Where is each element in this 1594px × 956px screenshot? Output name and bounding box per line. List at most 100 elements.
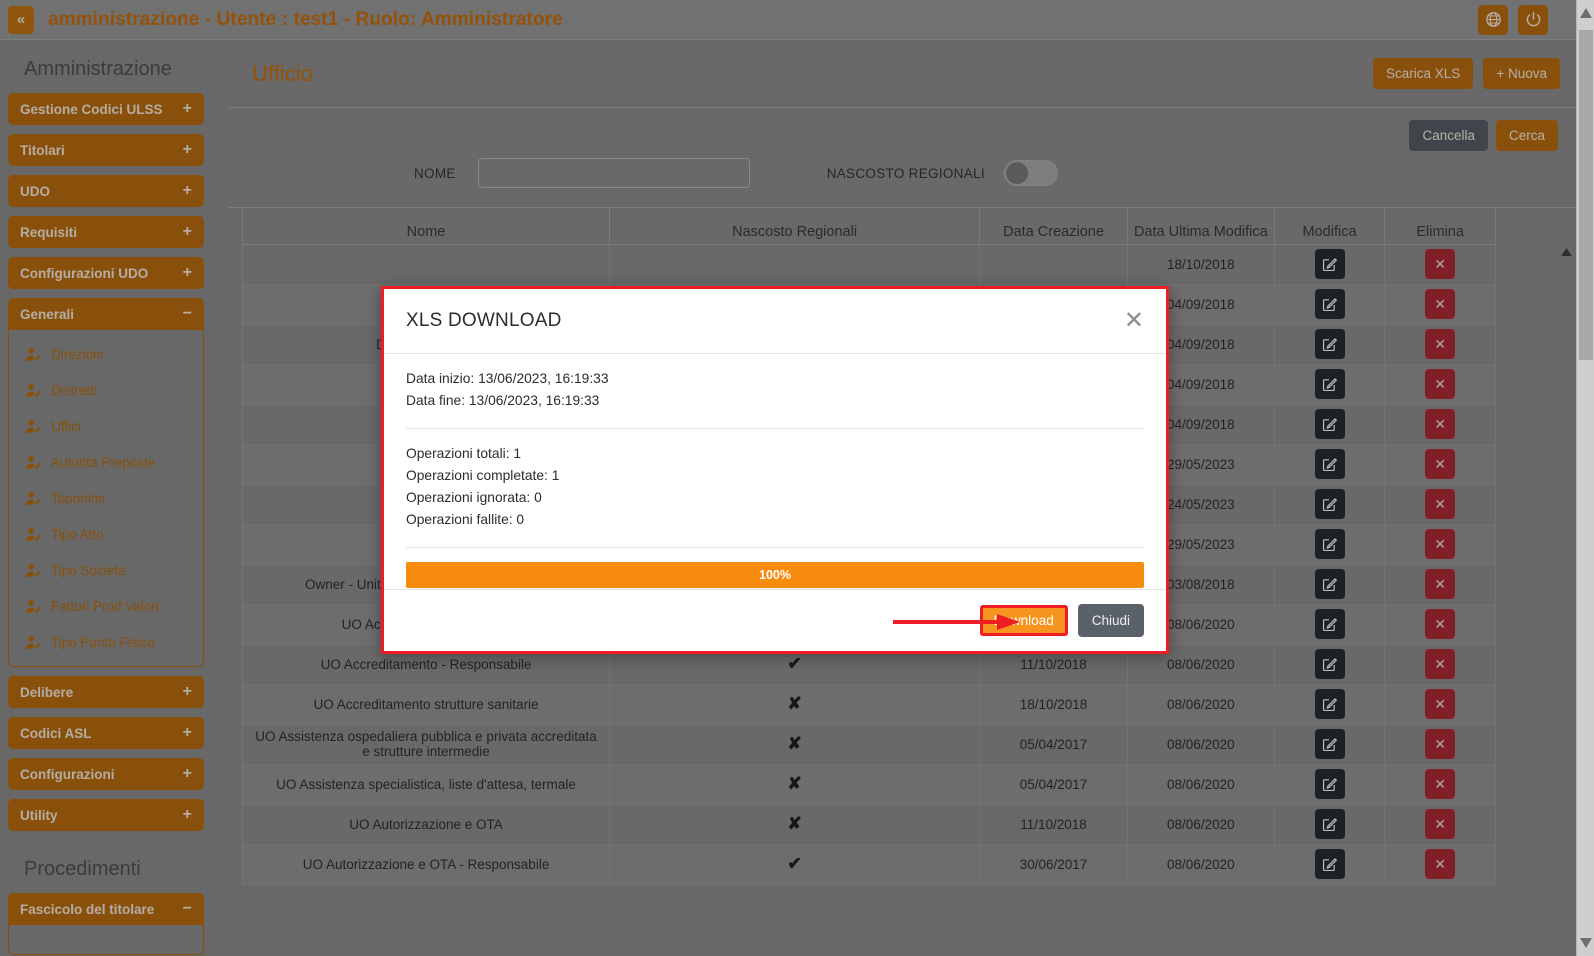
- edit-row-button[interactable]: [1315, 289, 1345, 319]
- delete-row-button[interactable]: ✕: [1425, 409, 1455, 439]
- sidebar-group-requisiti[interactable]: Requisiti +: [8, 216, 204, 248]
- cancella-button[interactable]: Cancella: [1409, 120, 1488, 151]
- sidebar-item-tipo-atto[interactable]: Tipo Atto: [9, 516, 203, 552]
- edit-row-button[interactable]: [1315, 689, 1345, 719]
- sidebar-group-fascicolo-del-titolare[interactable]: Fascicolo del titolare −: [8, 893, 204, 925]
- modal-title: XLS DOWNLOAD: [406, 310, 562, 332]
- nome-input[interactable]: [478, 158, 750, 188]
- sidebar-group-configurazioni-udo[interactable]: Configurazioni UDO +: [8, 257, 204, 289]
- sidebar-item-fattori-prod-valori[interactable]: Fattori Prod Valori: [9, 588, 203, 624]
- page-scroll-down-icon[interactable]: [1580, 938, 1592, 948]
- edit-row-button[interactable]: [1315, 409, 1345, 439]
- sidebar-group-label: Gestione Codici ULSS: [20, 102, 163, 117]
- chiudi-button[interactable]: Chiudi: [1078, 604, 1144, 637]
- sidebar-group-utility[interactable]: Utility +: [8, 799, 204, 831]
- sidebar-group-titolari[interactable]: Titolari +: [8, 134, 204, 166]
- column-header-nome[interactable]: Nome: [243, 208, 610, 244]
- edit-row-button[interactable]: [1315, 249, 1345, 279]
- download-button[interactable]: Download: [980, 605, 1068, 636]
- language-button[interactable]: [1478, 5, 1508, 35]
- filter-fields: NOME NASCOSTO REGIONALI: [228, 158, 1576, 188]
- edit-row-button[interactable]: [1315, 529, 1345, 559]
- page-scroll-up-icon[interactable]: [1580, 8, 1592, 18]
- edit-row-button[interactable]: [1315, 449, 1345, 479]
- nome-field-label: NOME: [414, 166, 456, 181]
- sidebar-group-configurazioni[interactable]: Configurazioni +: [8, 758, 204, 790]
- edit-row-button[interactable]: [1315, 849, 1345, 879]
- sidebar-item-uffici[interactable]: Uffici: [9, 408, 203, 444]
- delete-row-button[interactable]: ✕: [1425, 729, 1455, 759]
- cell-nome: UO Assistenza specialistica, liste d'att…: [243, 764, 610, 804]
- edit-row-button[interactable]: [1315, 729, 1345, 759]
- delete-row-button[interactable]: ✕: [1425, 689, 1455, 719]
- edit-row-button[interactable]: [1315, 569, 1345, 599]
- sidebar-item-tipo-punto-fisico[interactable]: Tipo Punto Fisico: [9, 624, 203, 660]
- edit-row-button[interactable]: [1315, 609, 1345, 639]
- page-scrollbar-thumb[interactable]: [1579, 30, 1593, 360]
- nuova-button[interactable]: + Nuova: [1483, 58, 1560, 89]
- edit-row-button[interactable]: [1315, 809, 1345, 839]
- column-header-data-ultima-modifica[interactable]: Data Ultima Modifica: [1127, 208, 1274, 244]
- scarica-xls-button[interactable]: Scarica XLS: [1373, 58, 1473, 89]
- sidebar-item-direzioni[interactable]: Direzioni: [9, 336, 203, 372]
- sidebar-item-toponimi[interactable]: Toponimi: [9, 480, 203, 516]
- table-scrollbar-track[interactable]: [1560, 244, 1574, 956]
- close-icon[interactable]: ✕: [1124, 309, 1144, 333]
- delete-row-button[interactable]: ✕: [1425, 529, 1455, 559]
- delete-row-button[interactable]: ✕: [1425, 769, 1455, 799]
- sidebar-group-generali[interactable]: Generali −: [8, 298, 204, 330]
- cell-elimina: ✕: [1385, 604, 1496, 644]
- pencil-square-icon: [1322, 737, 1337, 752]
- column-header-data-creazione[interactable]: Data Creazione: [980, 208, 1128, 244]
- header-actions: Scarica XLS + Nuova: [1373, 58, 1560, 89]
- delete-row-button[interactable]: ✕: [1425, 809, 1455, 839]
- sidebar-submenu-fascicolo: [8, 925, 204, 955]
- cell-nascosto-regionali: ✔: [610, 844, 980, 884]
- nascosto-regionali-toggle[interactable]: [1004, 160, 1058, 186]
- cerca-button[interactable]: Cerca: [1496, 120, 1558, 151]
- page-scrollbar[interactable]: [1576, 0, 1594, 956]
- delete-row-button[interactable]: ✕: [1425, 249, 1455, 279]
- delete-row-button[interactable]: ✕: [1425, 649, 1455, 679]
- sidebar-group-codici-asl[interactable]: Codici ASL +: [8, 717, 204, 749]
- user-edit-icon: [25, 527, 42, 542]
- edit-row-button[interactable]: [1315, 369, 1345, 399]
- sidebar-group-delibere[interactable]: Delibere +: [8, 676, 204, 708]
- column-header-nascosto-regionali[interactable]: Nascosto Regionali: [610, 208, 980, 244]
- xls-download-modal: XLS DOWNLOAD ✕ Data inizio: 13/06/2023, …: [381, 286, 1169, 654]
- user-edit-icon: [25, 491, 42, 506]
- data-fine-text: Data fine: 13/06/2023, 16:19:33: [406, 390, 1144, 412]
- sidebar-item-distretti[interactable]: Distretti: [9, 372, 203, 408]
- cell-elimina: ✕: [1385, 764, 1496, 804]
- edit-row-button[interactable]: [1315, 769, 1345, 799]
- pencil-square-icon: [1322, 537, 1337, 552]
- delete-row-button[interactable]: ✕: [1425, 329, 1455, 359]
- delete-row-button[interactable]: ✕: [1425, 609, 1455, 639]
- edit-row-button[interactable]: [1315, 329, 1345, 359]
- modal-divider-2: [406, 547, 1144, 548]
- sidebar-group-label: Delibere: [20, 685, 73, 700]
- edit-row-button[interactable]: [1315, 489, 1345, 519]
- table-head: Nome Nascosto Regionali Data Creazione D…: [243, 208, 1496, 244]
- delete-row-button[interactable]: ✕: [1425, 849, 1455, 879]
- sidebar-group-gestione-codici-ulss[interactable]: Gestione Codici ULSS +: [8, 93, 204, 125]
- sidebar-collapse-button[interactable]: «: [8, 6, 34, 34]
- table-scroll-up-icon[interactable]: [1561, 248, 1572, 256]
- sidebar-item-label: Tipo Societa: [51, 563, 126, 578]
- delete-row-button[interactable]: ✕: [1425, 369, 1455, 399]
- modal-body: Data inizio: 13/06/2023, 16:19:33 Data f…: [384, 354, 1166, 589]
- edit-row-button[interactable]: [1315, 649, 1345, 679]
- delete-row-button[interactable]: ✕: [1425, 569, 1455, 599]
- delete-row-button[interactable]: ✕: [1425, 289, 1455, 319]
- sidebar-item-autorita-preposte[interactable]: Autorita Preposte: [9, 444, 203, 480]
- sidebar-group-udo[interactable]: UDO +: [8, 175, 204, 207]
- logout-button[interactable]: [1518, 5, 1548, 35]
- plus-icon: +: [183, 724, 192, 742]
- nascosto-mark: ✘: [787, 814, 801, 833]
- delete-row-button[interactable]: ✕: [1425, 449, 1455, 479]
- sidebar-heading-amministrazione: Amministrazione: [8, 40, 204, 93]
- sidebar-submenu-generali: Direzioni Distretti Uffici Autorita Prep…: [8, 330, 204, 667]
- sidebar-item-tipo-societa[interactable]: Tipo Societa: [9, 552, 203, 588]
- delete-row-button[interactable]: ✕: [1425, 489, 1455, 519]
- pencil-square-icon: [1322, 817, 1337, 832]
